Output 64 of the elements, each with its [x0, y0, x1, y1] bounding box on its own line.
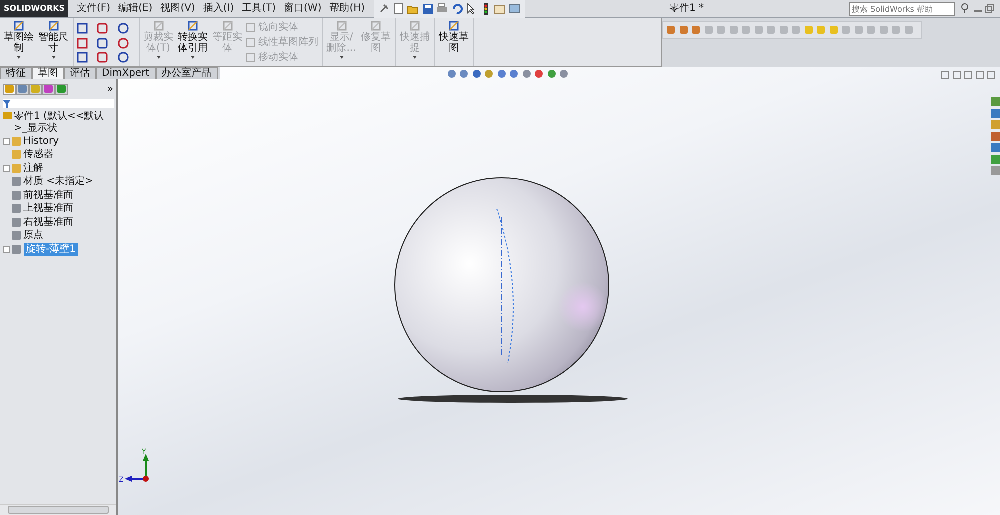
tool-icon [336, 20, 348, 32]
screen-icon[interactable] [508, 3, 521, 15]
tool-icon [13, 20, 25, 32]
ribbon-button[interactable]: 草图绘制 [3, 20, 35, 64]
new-document-icon[interactable] [392, 3, 405, 15]
printer-icon[interactable] [436, 3, 448, 15]
app-logo: SOLIDWORKS [0, 0, 68, 17]
filter-field[interactable] [2, 99, 114, 108]
pointer-icon[interactable] [465, 3, 478, 15]
ribbon-button[interactable]: 转换实体引用 [177, 20, 209, 64]
tool-icon [409, 20, 421, 32]
tool-icon [48, 20, 60, 32]
undo-icon[interactable] [450, 3, 463, 15]
tree-item[interactable]: 右视基准面 [24, 216, 74, 229]
manager-tab[interactable] [28, 84, 42, 94]
menu-item[interactable]: 工具(T) [238, 0, 280, 17]
search-field[interactable]: 搜索 SolidWorks 帮助 [849, 2, 955, 16]
tree-item[interactable]: 上视基准面 [24, 202, 74, 216]
expand-icon[interactable] [2, 164, 10, 172]
command-tab[interactable]: 草图 [32, 67, 64, 79]
tree-item[interactable]: History [24, 134, 60, 148]
expand-icon[interactable] [2, 138, 10, 145]
command-tab[interactable]: DimXpert [96, 67, 156, 79]
horizontal-scrollbar[interactable] [0, 504, 116, 515]
tree-item[interactable]: 前视基准面 [24, 188, 74, 202]
ribbon-button[interactable]: 智能尺寸 [38, 20, 70, 64]
tree-item[interactable]: 零件1 (默认<<默认>_显示状 [14, 110, 114, 134]
menu-item[interactable]: 窗口(W) [280, 0, 326, 17]
command-tab[interactable]: 特征 [0, 67, 32, 79]
tree-item[interactable]: 注解 [24, 162, 44, 175]
command-tab[interactable]: 办公室产品 [156, 67, 218, 79]
more-button[interactable]: » [107, 82, 114, 96]
caret-icon [17, 56, 21, 59]
tool-icon [222, 20, 234, 32]
command-tab[interactable]: 评估 [64, 67, 96, 79]
caret-icon [156, 56, 160, 59]
menu-item[interactable]: 文件(F) [73, 0, 115, 17]
tool-icon [370, 20, 382, 32]
ribbon-button[interactable]: 快速草图 [438, 20, 470, 64]
tree-item[interactable]: 传感器 [24, 148, 54, 162]
manager-tab[interactable] [42, 84, 54, 94]
part-icon [2, 110, 12, 120]
caret-icon [191, 56, 195, 59]
caret-icon [52, 56, 56, 59]
menu-item[interactable]: 视图(V) [156, 0, 200, 17]
expand-icon[interactable] [2, 246, 10, 253]
tree-item[interactable]: 材质 <未指定> [24, 175, 94, 188]
axis-triad-drawing [125, 454, 149, 482]
tool-icon [448, 20, 460, 32]
tree-item[interactable]: 原点 [24, 229, 44, 242]
menu-item[interactable]: 帮助(H) [326, 0, 370, 17]
save-icon[interactable] [422, 3, 434, 15]
manager-tab[interactable] [54, 84, 68, 94]
help-icon[interactable] [960, 2, 970, 14]
caret-icon [340, 56, 344, 59]
menu-item[interactable]: 编辑(E) [114, 0, 157, 17]
tool-icon [152, 20, 164, 32]
tool-icon [187, 20, 199, 32]
caret-icon [413, 56, 417, 59]
manager-tab[interactable] [2, 84, 16, 94]
filter-icon [2, 100, 10, 108]
document-title: 零件1 * [668, 2, 706, 16]
menu-item[interactable]: 插入(I) [199, 0, 238, 17]
manager-tab[interactable] [16, 84, 28, 94]
